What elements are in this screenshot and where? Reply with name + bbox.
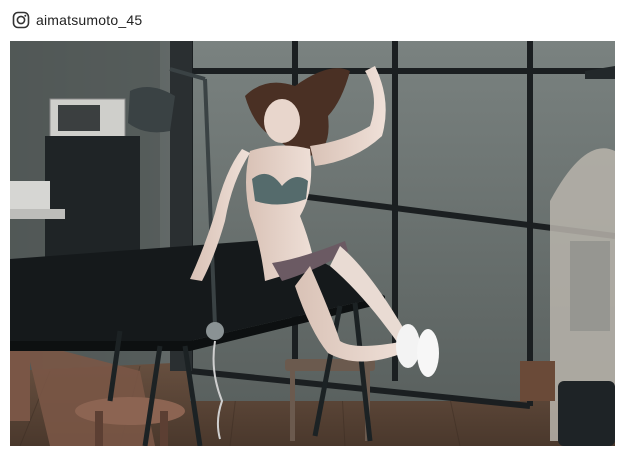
face — [264, 99, 300, 143]
backpack — [558, 381, 615, 446]
white-sneaker-2 — [417, 329, 439, 377]
lamp-base — [206, 322, 224, 340]
printer — [10, 181, 50, 209]
microwave-door — [58, 105, 100, 131]
wooden-stool — [520, 361, 555, 401]
side-shelf — [10, 209, 65, 219]
white-sneaker-1 — [396, 324, 420, 368]
post-photo — [10, 41, 615, 446]
instagram-icon[interactable] — [12, 11, 30, 29]
post-header: aimatsumoto_45 — [12, 6, 142, 34]
lamp-shade — [128, 87, 175, 133]
username-link[interactable]: aimatsumoto_45 — [36, 12, 142, 28]
photo-scene — [10, 41, 615, 446]
arch-window — [570, 241, 610, 331]
